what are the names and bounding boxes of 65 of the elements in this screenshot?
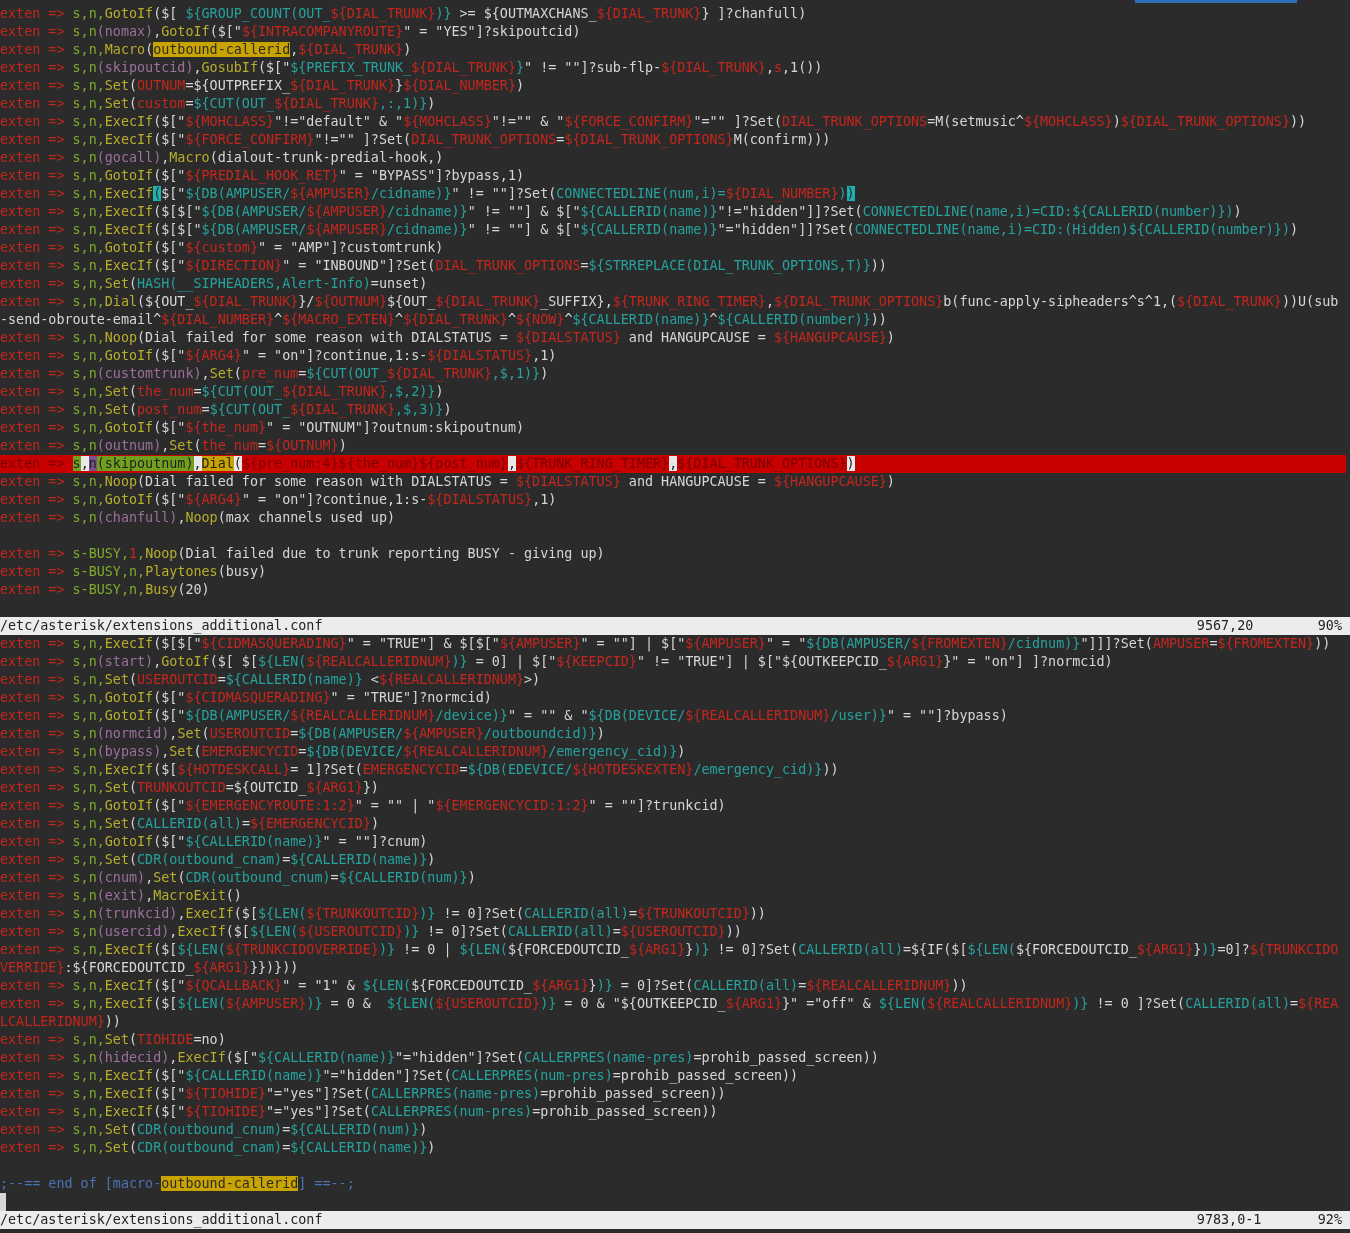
code-line: exten => s,n,Macro(outbound-callerid,${DIAL_TRUNK}) — [0, 41, 413, 59]
code-line: exten => s,n,GotoIf($["${PREDIAL_HOOK_RET}" = "BYPASS"]?bypass,1) — [0, 167, 526, 185]
file-path: /etc/asterisk/extensions_additional.conf — [0, 1211, 324, 1229]
code-line: exten => s,n(trunkcid),ExecIf($[${LEN(${TRUNKOUTCID})} != 0]?Set(CALLERID(all)=${TRUNKOUTCID})) — [0, 905, 767, 923]
code-line: exten => s,n,ExecIf($[$["${CIDMASQUERADING}" = "TRUE"] & $[$["${AMPUSER}" = ""] | $["${AMPUSER}" = "${DB(AMPUSER/${FROMEXTEN}/cidnum)}"]]]?Set(AMPUSER=${FROMEXTEN})) — [0, 635, 1332, 653]
code-line: exten => s,n,ExecIf($["${QCALLBACK}" = "1" & ${LEN(${FORCEDOUTCID_${ARG1}})} = 0]?Set(CALLERID(all)=${REALCALLERIDNUM})) — [0, 977, 969, 995]
code-line: exten => s,n,GotoIf($[ ${GROUP_COUNT(OUT_${DIAL_TRUNK})} >= ${OUTMAXCHANS_${DIAL_TRUNK}} ]?chanfull) — [0, 5, 808, 23]
scroll-percent: 92% — [1317, 1211, 1342, 1229]
code-line: exten => s,n(normcid),Set(USEROUTCID=${DB(AMPUSER/${AMPUSER}/outboundcid)}) — [0, 725, 606, 743]
code-line: exten => s,n,ExecIf($["${DB(AMPUSER/${AMPUSER}/cidname)}" != ""]?Set(CONNECTEDLINE(num,i)=${DIAL_NUMBER})) — [0, 185, 856, 203]
code-line: exten => s,n(bypass),Set(EMERGENCYCID=${DB(DEVICE/${REALCALLERIDNUM}/emergency_cid)}) — [0, 743, 687, 761]
code-line: exten => s,n,Noop(Dial failed for some reason with DIALSTATUS = ${DIALSTATUS} and HANGUPCAUSE = ${HANGUPCAUSE}) — [0, 329, 896, 347]
scroll-percent: 90% — [1317, 617, 1342, 635]
cursor-position: 9567,20 — [1196, 617, 1255, 635]
code-line: exten => s,n,Set(CALLERID(all)=${EMERGENCYCID}) — [0, 815, 380, 833]
file-path: /etc/asterisk/extensions_additional.conf — [0, 617, 324, 635]
code-line: exten => s,n(start),GotoIf($[ $[${LEN(${REALCALLERIDNUM})} = 0] | $["${KEEPCID}" != "TRUE"] | $["${OUTKEEPCID_${ARG1}}" = "on"] ]?normcid) — [0, 653, 1114, 671]
code-line: exten => s,n(outnum),Set(the_num=${OUTNUM}) — [0, 437, 348, 455]
code-line: exten => s,n,ExecIf($[${LEN(${TRUNKCIDOVERRIDE})} != 0 | ${LEN(${FORCEDOUTCID_${ARG1}})} != 0]?Set(CALLERID(all)=${IF($[${LEN(${FORCEDOUTCID_${ARG1}})}=0]?${TRUNKCIDOVERRIDE}:${FORCEDOUTCID_${ARG1}}})})) — [0, 941, 1340, 977]
code-line: exten => s-BUSY,n,Busy(20) — [0, 581, 211, 599]
code-line: exten => s,n,Set(TIOHIDE=no) — [0, 1031, 227, 1049]
code-line: exten => s,n,Set(custom=${CUT(OUT_${DIAL_TRUNK},:,1)}) — [0, 95, 437, 113]
code-line: exten => s,n,Set(post_num=${CUT(OUT_${DIAL_TRUNK},$,3)}) — [0, 401, 453, 419]
code-line: exten => s,n,Noop(Dial failed for some reason with DIALSTATUS = ${DIALSTATUS} and HANGUPCAUSE = ${HANGUPCAUSE}) — [0, 473, 896, 491]
code-line: exten => s,n,GotoIf($["${custom}" = "AMP"]?customtrunk) — [0, 239, 445, 257]
code-line: exten => s,n,Set(OUTNUM=${OUTPREFIX_${DIAL_TRUNK}}${DIAL_NUMBER}) — [0, 77, 526, 95]
code-line: exten => s,n,Set(USEROUTCID=${CALLERID(name)} <${REALCALLERIDNUM}>) — [0, 671, 542, 689]
code-line: exten => s,n,GotoIf($["${EMERGENCYROUTE:1:2}" = "" | "${EMERGENCYCID:1:2}" = ""]?trunkcid) — [0, 797, 727, 815]
code-line: exten => s,n(usercid),ExecIf($[${LEN(${USEROUTCID})} != 0]?Set(CALLERID(all)=${USEROUTCID})) — [0, 923, 743, 941]
code-line: exten => s,n,Set(CDR(outbound_cnam)=${CALLERID(name)}) — [0, 1139, 437, 1157]
code-line: exten => s,n(hidecid),ExecIf($["${CALLERID(name)}"="hidden"]?Set(CALLERPRES(name-pres)=prohib_passed_screen)) — [0, 1049, 880, 1067]
code-line: exten => s,n,ExecIf($["${DIRECTION}" = "INBOUND"]?Set(DIAL_TRUNK_OPTIONS=${STRREPLACE(DIAL_TRUNK_OPTIONS,T)})) — [0, 257, 888, 275]
code-line: exten => s,n,GotoIf($["${DB(AMPUSER/${REALCALLERIDNUM}/device)}" = "" & "${DB(DEVICE/${REALCALLERIDNUM}/user)}" = ""]?bypass) — [0, 707, 1009, 725]
code-line: exten => s,n,ExecIf($["${FORCE_CONFIRM}"!="" ]?Set(DIAL_TRUNK_OPTIONS=${DIAL_TRUNK_OPTIONS}M(confirm))) — [0, 131, 832, 149]
code-line: exten => s,n,Dial(${OUT_${DIAL_TRUNK}}/${OUTNUM}${OUT_${DIAL_TRUNK}_SUFFIX},${TRUNK_RING_TIMER},${DIAL_TRUNK_OPTIONS}b(func-apply-sipheaders^s^1,(${DIAL_TRUNK}))U(sub-send-obroute-email^${DIAL_NUMBER}^${MACRO_EXTEN}^${DIAL_TRUNK}^${NOW}^${CALLERID(name)}^${CALLERID(number)})) — [0, 293, 1340, 329]
code-line: exten => s,n,ExecIf($["${TIOHIDE}"="yes"]?Set(CALLERPRES(name-pres)=prohib_passed_screen)) — [0, 1085, 727, 1103]
code-line: exten => s,n,GotoIf($["${ARG4}" = "on"]?continue,1:s-${DIALSTATUS},1) — [0, 347, 558, 365]
code-line: exten => s,n,ExecIf($[$["${DB(AMPUSER/${AMPUSER}/cidname)}" != ""] & $["${CALLERID(name)}"!="hidden"]]?Set(CONNECTEDLINE(name,i)=CID:${CALLERID(number)})) — [0, 203, 1243, 221]
code-line: exten => s,n,Set(CDR(outbound_cnam)=${CALLERID(name)}) — [0, 851, 437, 869]
code-line: exten => s,n(chanfull),Noop(max channels used up) — [0, 509, 397, 527]
code-line: exten => s,n(exit),MacroExit() — [0, 887, 243, 905]
code-line: exten => s,n(customtrunk),Set(pre_num=${CUT(OUT_${DIAL_TRUNK},$,1)}) — [0, 365, 550, 383]
code-line: exten => s,n,ExecIf($[$["${DB(AMPUSER/${AMPUSER}/cidname)}" != ""] & $["${CALLERID(name)}"="hidden"]]?Set(CONNECTEDLINE(name,i)=CID:(Hidden)${CALLERID(number)})) — [0, 221, 1300, 239]
code-line: exten => s,n,Set(HASH(__SIPHEADERS,Alert-Info)=unset) — [0, 275, 429, 293]
code-line: exten => s,n,GotoIf($["${ARG4}" = "on"]?continue,1:s-${DIALSTATUS},1) — [0, 491, 558, 509]
code-line: exten => s,n,ExecIf($["${CALLERID(name)}"="hidden"]?Set(CALLERPRES(num-pres)=prohib_passed_screen)) — [0, 1067, 800, 1085]
cursor-position: 9783,0-1 — [1196, 1211, 1263, 1229]
code-line: exten => s-BUSY,n,Playtones(busy) — [0, 563, 268, 581]
code-line: exten => s,n(skipoutcid),GosubIf($["${PREFIX_TRUNK_${DIAL_TRUNK}}" != ""]?sub-flp-${DIAL_TRUNK},s,1()) — [0, 59, 824, 77]
code-line: exten => s-BUSY,1,Noop(Dial failed due to trunk reporting BUSY - giving up) — [0, 545, 606, 563]
text-cursor — [0, 1193, 6, 1211]
code-line: ;--== end of [macro-outbound-callerid] ==--; — [0, 1175, 356, 1193]
code-line: exten => s,n(gocall),Macro(dialout-trunk-predial-hook,) — [0, 149, 445, 167]
code-line: exten => s,n,ExecIf($[${HOTDESKCALL}= 1]?Set(EMERGENCYCID=${DB(EDEVICE/${HOTDESKEXTEN}/emergency_cid)})) — [0, 761, 840, 779]
code-line: exten => s,n,ExecIf($["${MOHCLASS}"!="default" & "${MOHCLASS}"!="" & "${FORCE_CONFIRM}"="" ]?Set(DIAL_TRUNK_OPTIONS=M(setmusic^${MOHCLASS})${DIAL_TRUNK_OPTIONS})) — [0, 113, 1308, 131]
code-line: exten => s,n(cnum),Set(CDR(outbound_cnum)=${CALLERID(num)}) — [0, 869, 477, 887]
code-line: exten => s,n,ExecIf($[${LEN(${AMPUSER})} = 0 & ${LEN(${USEROUTCID})} = 0 & "${OUTKEEPCID_${ARG1}}" ="off" & ${LEN(${REALCALLERIDNUM})} != 0 ]?Set(CALLERID(all)=${REALCALLERIDNUM})) — [0, 995, 1340, 1031]
code-line: exten => s,n(nomax),GotoIf($["${INTRACOMPANYROUTE}" = "YES"]?skipoutcid) — [0, 23, 582, 41]
code-line: exten => s,n,Set(the_num=${CUT(OUT_${DIAL_TRUNK},$,2)}) — [0, 383, 445, 401]
code-line: exten => s,n,GotoIf($["${CALLERID(name)}" = ""]?cnum) — [0, 833, 429, 851]
code-line: exten => s,n,Set(TRUNKOUTCID=${OUTCID_${ARG1}}) — [0, 779, 380, 797]
code-line: exten => s,n,Set(CDR(outbound_cnum)=${CALLERID(num)}) — [0, 1121, 429, 1139]
code-line: exten => s,n,GotoIf($["${the_num}" = "OUTNUM"]?outnum:skipoutnum) — [0, 419, 526, 437]
code-line: exten => s,n,ExecIf($["${TIOHIDE}"="yes"]?Set(CALLERPRES(num-pres)=prohib_passed_screen)) — [0, 1103, 719, 1121]
code-line: exten => s,n,GotoIf($["${CIDMASQUERADING}" = "TRUE"]?normcid) — [0, 689, 493, 707]
